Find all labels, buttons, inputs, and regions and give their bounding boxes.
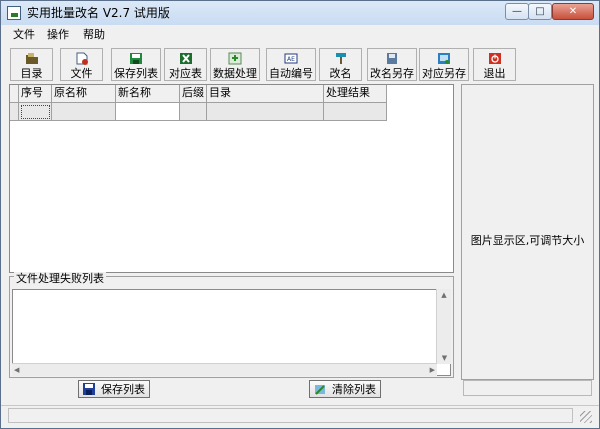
toolbar-label: 改名另存	[370, 67, 414, 80]
clear-list-label: 清除列表	[332, 383, 376, 396]
toolbar-button-save-list[interactable]: 保存列表	[111, 48, 161, 81]
grid-cell[interactable]	[180, 103, 207, 121]
file-icon	[75, 52, 89, 65]
save-list-button[interactable]: 保存列表	[78, 380, 150, 398]
toolbar-label: 目录	[20, 67, 43, 80]
map-save-as-icon	[437, 52, 451, 65]
toolbar-label: 保存列表	[114, 67, 158, 80]
rename-save-as-icon	[385, 52, 399, 65]
menu-help[interactable]: 帮助	[83, 28, 105, 42]
toolbar-button-data-process[interactable]: 数据处理	[210, 48, 260, 81]
save-icon	[129, 52, 143, 65]
minimize-button[interactable]: —	[505, 3, 529, 20]
window-title: 实用批量改名 V2.7 试用版	[27, 6, 170, 20]
app-icon[interactable]	[7, 6, 21, 20]
toolbar-button-auto-number[interactable]: AE 自动编号	[266, 48, 316, 81]
toolbar-label: 自动编号	[269, 67, 313, 80]
close-button[interactable]: ✕	[552, 3, 594, 20]
image-display-panel[interactable]	[461, 84, 594, 380]
toolbar-button-file[interactable]: 文件	[60, 48, 103, 81]
save-icon	[83, 383, 95, 395]
resize-grip-icon[interactable]	[580, 411, 592, 423]
status-pane	[8, 408, 573, 423]
scroll-left-icon[interactable]: ◀	[14, 364, 19, 376]
toolbar-label: 文件	[70, 67, 93, 80]
column-header-new-name[interactable]: 新名称	[116, 85, 180, 103]
title-bar[interactable]: 实用批量改名 V2.7 试用版 — □ ✕	[1, 1, 599, 25]
menu-bar: 文件 操作 帮助	[1, 26, 599, 44]
maximize-button[interactable]: □	[528, 3, 552, 20]
clear-list-button[interactable]: 清除列表	[309, 380, 381, 398]
grid-corner	[10, 85, 19, 103]
grid-cell[interactable]	[52, 103, 116, 121]
save-list-label: 保存列表	[101, 383, 145, 396]
folder-icon	[25, 52, 39, 65]
toolbar-label: 退出	[483, 67, 506, 80]
column-header-index[interactable]: 序号	[19, 85, 52, 103]
grid-cell[interactable]	[207, 103, 324, 121]
column-header-original-name[interactable]: 原名称	[52, 85, 116, 103]
grid-cell[interactable]	[324, 103, 387, 121]
grid-cell[interactable]	[116, 103, 180, 121]
toolbar: 目录 文件 保存列表 对应表 数据处理 AE 自动编号 改名 改名另存 对应另存…	[1, 45, 599, 85]
svg-text:AE: AE	[287, 56, 295, 63]
hammer-icon	[334, 52, 348, 65]
toolbar-button-directory[interactable]: 目录	[10, 48, 53, 81]
toolbar-button-exit[interactable]: 退出	[473, 48, 516, 81]
toolbar-label: 对应表	[169, 67, 202, 80]
vertical-scrollbar[interactable]: ▲ ▼	[436, 289, 451, 364]
excel-icon	[179, 52, 193, 65]
data-process-icon	[228, 52, 242, 65]
grid-cell[interactable]	[19, 103, 52, 121]
toolbar-button-rename[interactable]: 改名	[319, 48, 362, 81]
image-panel-label: 图片显示区,可调节大小	[470, 234, 585, 247]
toolbar-label: 数据处理	[213, 67, 257, 80]
scroll-right-icon[interactable]: ▶	[430, 364, 435, 376]
menu-file[interactable]: 文件	[13, 28, 35, 42]
toolbar-label: 对应另存	[422, 67, 466, 80]
scroll-down-icon[interactable]: ▼	[437, 352, 452, 364]
column-header-directory[interactable]: 目录	[207, 85, 324, 103]
row-indicator[interactable]	[10, 103, 19, 121]
power-icon	[488, 52, 502, 65]
column-header-extension[interactable]: 后缀	[180, 85, 207, 103]
toolbar-button-mapping-table[interactable]: 对应表	[164, 48, 207, 81]
toolbar-button-mapping-save-as[interactable]: 对应另存	[419, 48, 469, 81]
menu-operation[interactable]: 操作	[47, 28, 69, 42]
failed-list-title: 文件处理失败列表	[14, 272, 106, 285]
column-header-result[interactable]: 处理结果	[324, 85, 387, 103]
toolbar-button-rename-save-as[interactable]: 改名另存	[367, 48, 417, 81]
clear-icon	[314, 383, 326, 395]
toolbar-label: 改名	[329, 67, 352, 80]
horizontal-scrollbar[interactable]: ◀ ▶	[12, 363, 437, 376]
image-panel-footer	[463, 380, 592, 396]
auto-number-icon: AE	[284, 52, 298, 65]
scroll-up-icon[interactable]: ▲	[437, 289, 451, 301]
